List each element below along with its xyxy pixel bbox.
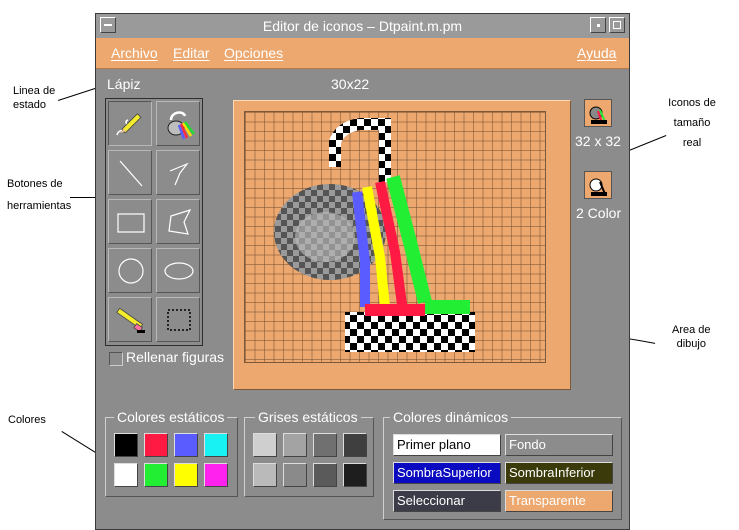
static-greys-group: Grises estáticos xyxy=(244,409,374,497)
bucket-fill-tool-button[interactable] xyxy=(156,101,200,146)
minimize-button[interactable] xyxy=(590,17,606,33)
dynamic-color-transparente[interactable]: Transparente xyxy=(505,490,613,512)
dynamic-color-sombrainferior[interactable]: SombraInferior xyxy=(505,462,613,484)
menu-editar[interactable]: Editar xyxy=(173,45,210,61)
dynamic-colors-group: Colores dinámicos Primer plano Fondo Sombr… xyxy=(383,409,622,520)
callout-status-line: Linea de estado xyxy=(13,85,56,111)
dynamic-color-sombrasuperior[interactable]: SombraSuperior xyxy=(393,462,501,484)
static-color-swatch[interactable] xyxy=(204,433,228,457)
window-title: Editor de iconos – Dtpaint.m.pm xyxy=(262,18,463,34)
status-size: 30x22 xyxy=(331,76,370,92)
static-colors-group: Colores estáticos xyxy=(105,409,238,497)
static-grey-swatch[interactable] xyxy=(283,463,307,487)
static-color-swatch[interactable] xyxy=(174,463,198,487)
pencil-icon xyxy=(116,113,142,136)
static-grey-swatch[interactable] xyxy=(343,463,367,487)
polygon-tool-button[interactable] xyxy=(156,199,200,244)
static-color-swatch[interactable] xyxy=(204,463,228,487)
fill-shapes-checkbox[interactable] xyxy=(109,352,123,366)
polyline-tool-button[interactable] xyxy=(156,150,200,195)
eraser-tool-button[interactable] xyxy=(108,297,152,342)
real-size-label-32: 32 x 32 xyxy=(575,133,621,149)
static-color-swatch[interactable] xyxy=(144,463,168,487)
static-grey-swatch[interactable] xyxy=(313,463,337,487)
dynamic-color-fondo[interactable]: Fondo xyxy=(505,434,613,456)
menu-bar: Archivo Editar Opciones Ayuda xyxy=(96,38,629,69)
dynamic-color-seleccionar[interactable]: Seleccionar xyxy=(393,490,501,512)
tool-palette xyxy=(105,98,203,346)
real-size-icon-2color[interactable] xyxy=(584,171,612,199)
static-grey-swatch[interactable] xyxy=(343,433,367,457)
circle-icon xyxy=(118,258,144,284)
static-greys-title: Grises estáticos xyxy=(255,409,361,425)
bucket-icon xyxy=(589,106,607,124)
static-color-swatch[interactable] xyxy=(144,433,168,457)
drawing-area[interactable] xyxy=(233,100,571,390)
bucket-icon xyxy=(167,111,195,140)
menu-opciones[interactable]: Opciones xyxy=(224,45,283,61)
ellipse-tool-button[interactable] xyxy=(156,248,200,293)
icon-editor-window: Editor de iconos – Dtpaint.m.pm Archivo … xyxy=(95,13,630,530)
static-color-swatch[interactable] xyxy=(114,463,138,487)
dynamic-color-primer-plano[interactable]: Primer plano xyxy=(393,434,501,456)
rectangle-icon xyxy=(117,213,145,233)
rectangle-tool-button[interactable] xyxy=(108,199,152,244)
status-tool: Lápiz xyxy=(107,76,141,92)
pixel-grid[interactable] xyxy=(244,111,546,363)
icon-artwork xyxy=(274,118,475,352)
select-tool-button[interactable] xyxy=(156,297,200,342)
maximize-button[interactable] xyxy=(609,17,625,33)
circle-tool-button[interactable] xyxy=(108,248,152,293)
callout-tool-buttons: Botones de herramientas xyxy=(7,178,72,212)
polygon-icon xyxy=(168,209,192,235)
title-bar[interactable]: Editor de iconos – Dtpaint.m.pm xyxy=(96,14,629,39)
callout-real-icons: Iconos de tamaño real xyxy=(668,97,716,149)
line-tool-button[interactable] xyxy=(108,150,152,195)
ellipse-icon xyxy=(164,262,194,280)
fill-shapes-label: Rellenar figuras xyxy=(126,349,225,365)
bucket-icon xyxy=(589,178,607,196)
static-color-swatch[interactable] xyxy=(114,433,138,457)
real-size-icon-32[interactable] xyxy=(584,99,612,127)
static-grey-swatch[interactable] xyxy=(253,463,277,487)
static-color-swatch[interactable] xyxy=(174,433,198,457)
dynamic-colors-title: Colores dinámicos xyxy=(390,409,512,425)
menu-archivo[interactable]: Archivo xyxy=(111,45,158,61)
polyline-icon xyxy=(169,162,189,186)
static-grey-swatch[interactable] xyxy=(313,433,337,457)
static-colors-title: Colores estáticos xyxy=(114,409,228,425)
static-grey-swatch[interactable] xyxy=(253,433,277,457)
menu-ayuda[interactable]: Ayuda xyxy=(577,45,616,61)
callout-drawing-area: Area de dibujo xyxy=(672,324,711,350)
select-icon xyxy=(167,309,191,331)
callout-colors: Colores xyxy=(8,414,46,426)
real-size-label-2color: 2 Color xyxy=(576,205,622,221)
static-grey-swatch[interactable] xyxy=(283,433,307,457)
line-icon xyxy=(119,160,143,187)
pencil-tool-button[interactable] xyxy=(108,101,152,146)
eraser-icon xyxy=(116,307,145,333)
